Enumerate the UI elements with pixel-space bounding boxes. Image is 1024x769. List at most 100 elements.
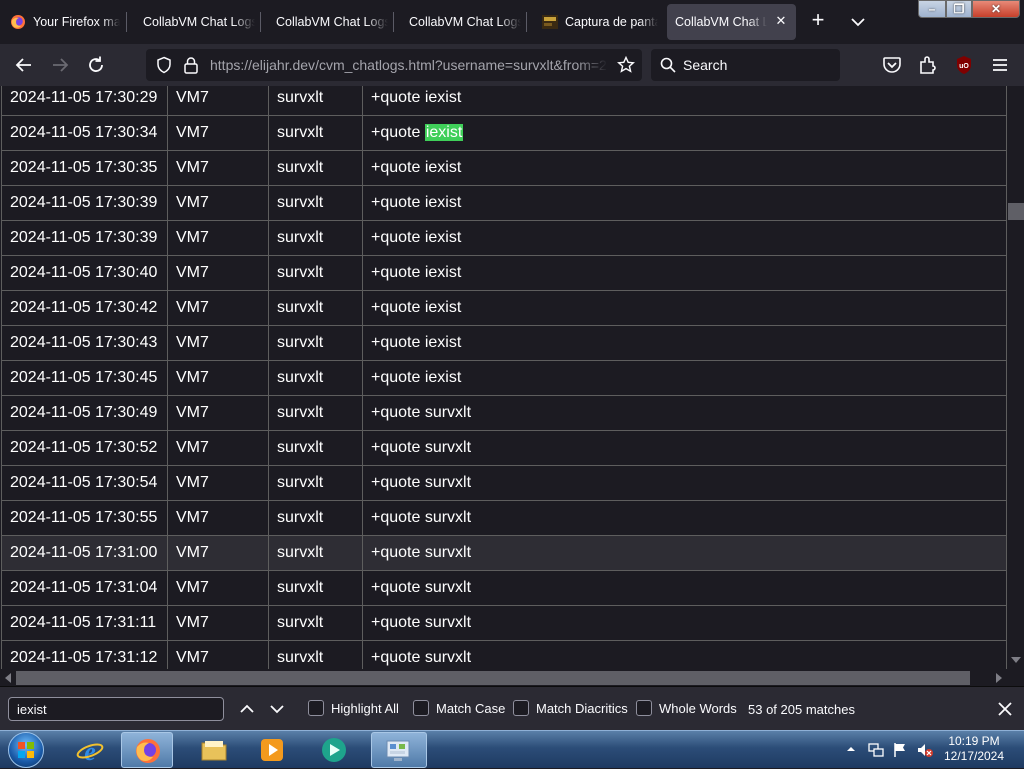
- username-cell-text: survxlt: [277, 159, 324, 176]
- checkbox-box[interactable]: [513, 700, 529, 716]
- volume-muted-icon[interactable]: [916, 741, 934, 759]
- taskbar-firefox[interactable]: [121, 732, 173, 768]
- back-arrow-icon[interactable]: [12, 53, 36, 77]
- taskbar-media-player[interactable]: [246, 732, 298, 768]
- search-icon: [660, 57, 676, 73]
- action-center-flag-icon[interactable]: [892, 741, 908, 759]
- url-path: /cvm_chatlogs.html?username=survxlt&from…: [315, 57, 607, 73]
- image-thumb-icon: [542, 15, 558, 29]
- control-panel-icon: [386, 740, 410, 761]
- highlight-all-checkbox[interactable]: Highlight All: [308, 700, 399, 716]
- extensions-icon[interactable]: [916, 53, 940, 77]
- vm-cell: VM7: [167, 220, 269, 256]
- tab-5[interactable]: Captura de pantalla: [542, 4, 658, 40]
- horizontal-scroll-thumb[interactable]: [16, 671, 970, 685]
- tab-separator: [260, 12, 261, 32]
- menu-hamburger-icon[interactable]: [988, 53, 1012, 77]
- url-text[interactable]: https://elijahr.dev/cvm_chatlogs.html?us…: [210, 57, 608, 73]
- timestamp-cell: 2024-11-05 17:30:54: [1, 465, 168, 501]
- network-icon[interactable]: [868, 742, 884, 758]
- table-row: 2024-11-05 17:31:12 VM7 survxlt +quote surv…: [1, 640, 1007, 669]
- tab-6-active[interactable]: CollabVM Chat Logs ✕: [667, 4, 796, 40]
- vm-cell: VM7: [167, 640, 269, 669]
- tab-separator: [393, 12, 394, 32]
- chevron-down-icon[interactable]: [848, 12, 868, 32]
- horizontal-scrollbar[interactable]: [0, 669, 1024, 686]
- match-case-checkbox[interactable]: Match Case: [413, 700, 505, 716]
- url-bar[interactable]: https://elijahr.dev/cvm_chatlogs.html?us…: [146, 49, 642, 81]
- timestamp-cell: 2024-11-05 17:30:40: [1, 255, 168, 291]
- vm-cell-text: VM7: [176, 229, 209, 246]
- scroll-right-arrow-icon[interactable]: [996, 673, 1002, 683]
- taskbar-file-explorer[interactable]: [188, 732, 240, 768]
- taskbar-app[interactable]: [308, 732, 360, 768]
- find-previous-icon[interactable]: [238, 700, 256, 718]
- vm-cell: VM7: [167, 430, 269, 466]
- message-cell-text: +quote iexist: [371, 299, 462, 316]
- timestamp-cell: 2024-11-05 17:30:35: [1, 150, 168, 186]
- vm-cell: VM7: [167, 86, 269, 116]
- bookmark-star-icon[interactable]: [617, 56, 635, 74]
- vm-cell-text: VM7: [176, 404, 209, 421]
- table-row: 2024-11-05 17:30:52 VM7 survxlt +quote surv…: [1, 430, 1007, 466]
- close-tab-icon[interactable]: ✕: [774, 14, 788, 28]
- username-cell: survxlt: [268, 290, 363, 326]
- message-cell-text: +quote survxlt: [371, 474, 472, 491]
- reload-icon[interactable]: [84, 53, 108, 77]
- table-row: 2024-11-05 17:30:29 VM7 survxlt +quote iexi…: [1, 86, 1007, 116]
- scroll-down-arrow-icon[interactable]: [1011, 657, 1021, 663]
- vertical-scrollbar[interactable]: [1007, 86, 1024, 669]
- checkbox-box[interactable]: [308, 700, 324, 716]
- pocket-icon[interactable]: [880, 53, 904, 77]
- lock-icon[interactable]: [183, 56, 199, 74]
- timestamp-cell-text: 2024-11-05 17:30:55: [10, 509, 158, 526]
- firefox-icon: [11, 15, 25, 29]
- tab-title: CollabVM Chat Logs: [143, 15, 255, 29]
- clock-date: 12/17/2024: [943, 749, 1005, 763]
- checkbox-box[interactable]: [636, 700, 652, 716]
- scroll-left-arrow-icon[interactable]: [5, 673, 11, 683]
- find-input[interactable]: [8, 697, 224, 721]
- search-bar[interactable]: Search: [651, 49, 840, 81]
- message-cell: +quote survxlt: [362, 535, 1007, 571]
- tab-1[interactable]: Your Firefox may: [10, 4, 120, 40]
- table-row: 2024-11-05 17:30:43 VM7 survxlt +quote iexi…: [1, 325, 1007, 361]
- match-diacritics-checkbox[interactable]: Match Diacritics: [513, 700, 628, 716]
- tab-3[interactable]: CollabVM Chat Logs: [276, 4, 388, 40]
- new-tab-button[interactable]: +: [807, 9, 829, 32]
- username-cell-text: survxlt: [277, 299, 324, 316]
- vm-cell: VM7: [167, 360, 269, 396]
- timestamp-cell: 2024-11-05 17:30:29: [1, 86, 168, 116]
- vm-cell-text: VM7: [176, 124, 209, 141]
- whole-words-checkbox[interactable]: Whole Words: [636, 700, 737, 716]
- show-hidden-icons-icon[interactable]: [846, 744, 856, 754]
- find-next-icon[interactable]: [268, 700, 286, 718]
- ublock-icon[interactable]: uO: [952, 53, 976, 77]
- username-cell-text: survxlt: [277, 579, 324, 596]
- message-cell-text: +quote survxlt: [371, 509, 472, 526]
- close-window-button[interactable]: ✕: [972, 0, 1020, 18]
- minimize-button[interactable]: –: [918, 0, 946, 18]
- maximize-button[interactable]: ❐: [946, 0, 972, 18]
- username-cell-text: survxlt: [277, 649, 324, 666]
- shield-icon[interactable]: [155, 56, 173, 74]
- forward-arrow-icon[interactable]: [48, 53, 72, 77]
- tab-4[interactable]: CollabVM Chat Logs: [409, 4, 521, 40]
- tab-2[interactable]: CollabVM Chat Logs: [143, 4, 255, 40]
- internet-explorer-icon: e: [76, 737, 104, 764]
- clock[interactable]: 10:19 PM 12/17/2024: [934, 734, 1014, 764]
- checkbox-box[interactable]: [413, 700, 429, 716]
- start-button[interactable]: [8, 732, 44, 768]
- vertical-scroll-thumb[interactable]: [1008, 203, 1024, 220]
- timestamp-cell: 2024-11-05 17:30:49: [1, 395, 168, 431]
- vm-cell-text: VM7: [176, 544, 209, 561]
- username-cell: survxlt: [268, 255, 363, 291]
- close-icon[interactable]: [995, 699, 1015, 719]
- timestamp-cell: 2024-11-05 17:30:39: [1, 185, 168, 221]
- taskbar-internet-explorer[interactable]: e: [64, 732, 116, 768]
- message-cell-text: +quote survxlt: [371, 544, 472, 561]
- taskbar-control-panel[interactable]: [371, 732, 427, 768]
- vm-cell: VM7: [167, 535, 269, 571]
- username-cell: survxlt: [268, 115, 363, 151]
- message-cell-text: +quote iexist: [371, 229, 462, 246]
